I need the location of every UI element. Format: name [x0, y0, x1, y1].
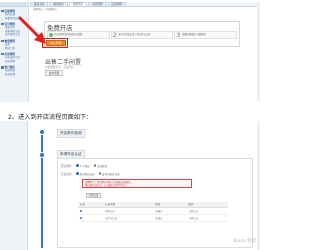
tab-open-shop[interactable]: 免费开店: [68, 1, 88, 6]
folder-icon: [1, 22, 4, 26]
radio-personal[interactable]: 个人开店: [75, 164, 90, 168]
verify-button[interactable]: 立即认证: [86, 193, 101, 198]
verify-method-label: 认证方式：: [61, 172, 74, 176]
tab-shop-manage[interactable]: 店铺管理: [107, 1, 126, 6]
table-cell: 未通过: [153, 214, 187, 222]
sidebar-header: [0, 2, 28, 7]
breadcrumb: 卖家中心 > 免费开店: [33, 8, 57, 11]
shop-type-label: 开店类型：: [61, 164, 74, 168]
top-tab-bar: 我是卖家 我的淘宝 免费开店 宝贝管理 店铺管理: [30, 1, 258, 7]
stage-1-label: 开店条件检测: [57, 129, 85, 138]
step-2: 2 支付宝实名认证 / 淘宝开店认证: [110, 31, 174, 39]
warning-notice: 温馨提示：若您所在地区已开通此认证服务， 请尽快完成认证，认证通过后即可开店。: [82, 179, 192, 188]
folder-icon: [1, 9, 4, 13]
progress-node-icon: [39, 129, 45, 135]
table-action-link[interactable]: 立即认证: [186, 207, 228, 215]
bottom-screenshot-panel: 开店条件检测 申请开店认证 开店类型： 个人开店 企业开店 认证方式： 淘宝开店…: [0, 121, 260, 250]
step-number: 3: [176, 31, 181, 39]
scrollbar[interactable]: [257, 2, 260, 102]
sidebar-item[interactable]: 查看淘宝店铺: [5, 17, 28, 21]
certification-table: 认证 认证名称 状态 操作 身份认证 未通过 立即认证 支付宝认证 未通过 立即…: [78, 202, 228, 222]
status-dot-icon: [80, 216, 82, 219]
step-3: 3 创建店铺成功 开始经营: [174, 31, 238, 39]
table-row: 支付宝认证 未通过 立即认证: [78, 214, 228, 222]
step-text: 创建店铺成功 开始经营: [182, 32, 206, 36]
open-shop-box: 免费开店 ✓ 开店条件检测 阅读开店须知 2 支付宝实名认证 / 淘宝开店认证 …: [44, 21, 240, 47]
folder-icon: [1, 39, 4, 43]
seller-sidebar: [0, 121, 28, 250]
publish-secondhand-button[interactable]: 发布闲置: [45, 70, 63, 76]
radio-label: 企业开店: [97, 164, 108, 168]
verify-method-row: 认证方式： 淘宝开店认证 支付宝实名认证: [61, 171, 251, 176]
step-text: 开店条件检测 阅读开店须知: [54, 32, 83, 36]
status-dot-icon: [80, 209, 82, 212]
check-icon: ✓: [49, 33, 53, 37]
step-text: 支付宝实名认证 / 淘宝开店认证: [118, 32, 151, 36]
radio-enterprise[interactable]: 企业开店: [93, 164, 108, 168]
highlight-box: [42, 38, 68, 48]
folder-icon: [1, 66, 4, 69]
scrollbar[interactable]: [257, 121, 260, 250]
radio-selected-icon: [75, 164, 79, 167]
table-cell: [78, 214, 104, 222]
open-shop-steps: ✓ 开店条件检测 阅读开店须知 2 支付宝实名认证 / 淘宝开店认证 3 创建店…: [47, 31, 238, 39]
tab-seller[interactable]: 我是卖家: [30, 1, 49, 6]
sidebar-item[interactable]: 仓库中的宝贝: [5, 33, 28, 37]
table-action-link[interactable]: 立即认证: [186, 214, 228, 222]
progress-line: [41, 130, 43, 248]
tab-goods[interactable]: 宝贝管理: [88, 1, 107, 6]
top-screenshot-panel: 店铺管理 我的店铺 查看淘宝店铺 宝贝管理 发布宝贝 出售中的宝贝 仓库中的宝贝…: [0, 0, 260, 104]
table-cell: 身份认证: [103, 207, 154, 215]
shop-type-row: 开店类型： 个人开店 企业开店: [61, 163, 251, 168]
folder-icon: [1, 52, 4, 56]
radio-selected-icon: [75, 172, 79, 175]
secondhand-description: 出售闲置宝贝，无需开店: [45, 66, 74, 69]
sidebar-item[interactable]: 投诉管理: [5, 73, 28, 77]
tab-my-taobao[interactable]: 我的淘宝: [49, 1, 68, 6]
radio-alipay-verify[interactable]: 支付宝实名认证: [98, 172, 120, 176]
sidebar-item[interactable]: 物流工具: [5, 47, 28, 51]
table-cell: 支付宝认证: [103, 214, 154, 222]
radio-taobao-verify[interactable]: 淘宝开店认证: [75, 172, 95, 176]
watermark: Baidu 经验: [233, 239, 256, 244]
step-number: 2: [112, 31, 117, 39]
sidebar-item[interactable]: 评价管理: [5, 60, 28, 64]
table-row: 身份认证 未通过 立即认证: [78, 207, 228, 215]
progress-node-icon: [39, 152, 45, 158]
certification-form: 开店类型： 个人开店 企业开店 认证方式： 淘宝开店认证 支付宝实名认证 温馨提…: [57, 158, 253, 248]
radio-icon: [98, 172, 102, 175]
radio-icon: [93, 164, 97, 167]
radio-label: 淘宝开店认证: [79, 172, 95, 176]
radio-label: 支付宝实名认证: [102, 172, 120, 176]
seller-sidebar: 店铺管理 我的店铺 查看淘宝店铺 宝贝管理 发布宝贝 出售中的宝贝 仓库中的宝贝…: [0, 2, 29, 102]
table-cell: [78, 207, 104, 215]
instruction-text: 2、进入到开店流程页面如下：: [8, 114, 93, 121]
notice-line: 请尽快完成认证，认证通过后即可开店。: [85, 184, 129, 188]
table-cell: 未通过: [153, 207, 187, 215]
radio-label: 个人开店: [79, 164, 90, 168]
